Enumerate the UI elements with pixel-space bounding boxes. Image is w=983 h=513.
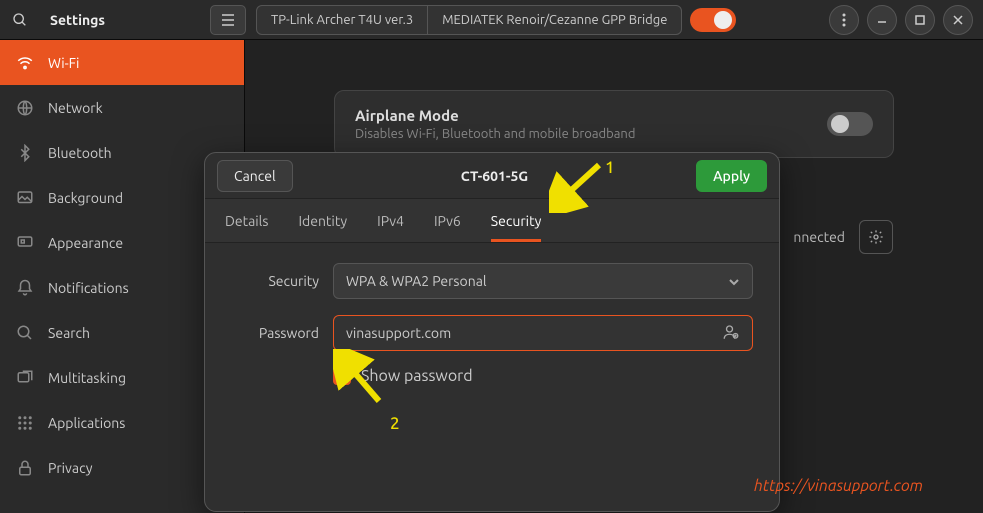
maximize-button[interactable]: [905, 5, 935, 35]
show-password-label: Show password: [361, 367, 473, 385]
security-label: Security: [231, 273, 319, 289]
password-label: Password: [231, 325, 319, 341]
airplane-toggle[interactable]: [827, 112, 873, 136]
tab-ipv6[interactable]: IPv6: [434, 201, 461, 241]
chevron-down-icon: [728, 273, 740, 289]
wifi-icon: [16, 54, 34, 72]
minimize-button[interactable]: [867, 5, 897, 35]
appearance-icon: [16, 234, 34, 252]
sidebar-item-label: Bluetooth: [48, 145, 112, 161]
tab-details[interactable]: Details: [225, 201, 268, 241]
airplane-title: Airplane Mode: [355, 107, 635, 124]
app-title: Settings: [50, 12, 210, 28]
sidebar-item-label: Applications: [48, 415, 125, 431]
sidebar-item-label: Privacy: [48, 460, 92, 476]
network-dialog: Cancel CT-601-5G Apply Details Identity …: [204, 152, 780, 512]
sidebar-item-label: Background: [48, 190, 123, 206]
device-tab-2[interactable]: MEDIATEK Renoir/Cezanne GPP Bridge: [428, 6, 681, 34]
sidebar-item-network[interactable]: Network: [0, 85, 244, 130]
topbar-search-button[interactable]: [0, 0, 40, 40]
network-settings-button[interactable]: [859, 220, 893, 254]
sidebar-item-label: Multitasking: [48, 370, 126, 386]
tab-security[interactable]: Security: [491, 201, 542, 241]
tab-identity[interactable]: Identity: [298, 201, 347, 241]
sidebar-item-label: Wi-Fi: [48, 55, 79, 71]
device-tab-1[interactable]: TP-Link Archer T4U ver.3: [257, 6, 428, 34]
sidebar-item-label: Network: [48, 100, 103, 116]
apply-button[interactable]: Apply: [696, 160, 767, 192]
search-icon: [16, 324, 34, 342]
hamburger-menu-button[interactable]: [210, 5, 246, 35]
show-password-checkbox[interactable]: [333, 367, 351, 385]
security-select[interactable]: WPA & WPA2 Personal: [333, 263, 753, 299]
network-status: nnected: [793, 229, 845, 245]
device-tabs: TP-Link Archer T4U ver.3 MEDIATEK Renoir…: [256, 5, 682, 35]
background-icon: [16, 189, 34, 207]
multitasking-icon: [16, 369, 34, 387]
cancel-button[interactable]: Cancel: [217, 160, 293, 192]
airplane-mode-card: Airplane Mode Disables Wi-Fi, Bluetooth …: [334, 90, 894, 158]
sidebar-item-label: Appearance: [48, 235, 123, 251]
lock-icon: [16, 459, 34, 477]
dialog-title: CT-601-5G: [461, 168, 528, 184]
sidebar-item-label: Notifications: [48, 280, 129, 296]
password-input[interactable]: [346, 325, 722, 341]
bell-icon: [16, 279, 34, 297]
close-button[interactable]: [943, 5, 973, 35]
sidebar-item-wifi[interactable]: Wi-Fi: [0, 40, 244, 85]
tab-ipv4[interactable]: IPv4: [377, 201, 404, 241]
grid-icon: [16, 414, 34, 432]
sidebar-item-label: Search: [48, 325, 90, 341]
security-value: WPA & WPA2 Personal: [346, 273, 487, 289]
kebab-menu-button[interactable]: [829, 5, 859, 35]
password-input-wrap: [333, 315, 753, 351]
user-icon[interactable]: [722, 323, 740, 344]
airplane-subtitle: Disables Wi-Fi, Bluetooth and mobile bro…: [355, 127, 635, 141]
bluetooth-icon: [16, 144, 34, 162]
network-icon: [16, 99, 34, 117]
device-toggle[interactable]: [690, 8, 736, 32]
